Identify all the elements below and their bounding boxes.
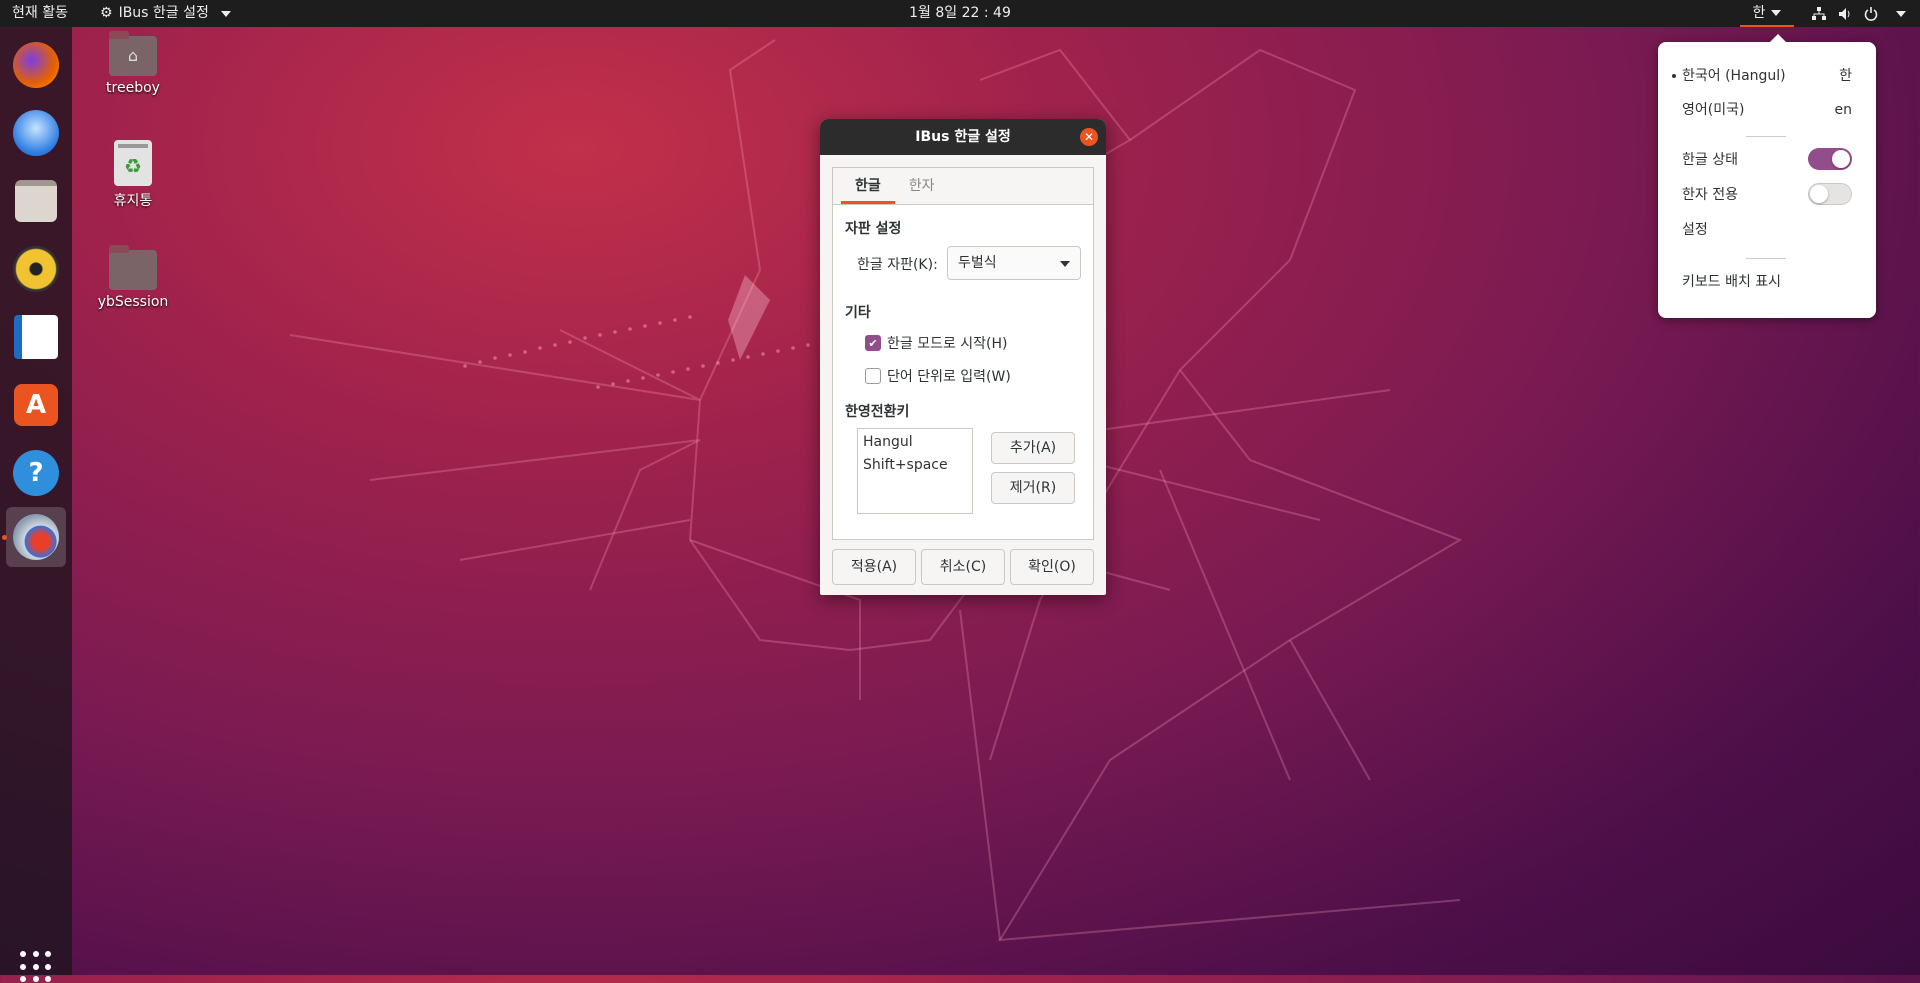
- ok-button[interactable]: 확인(O): [1010, 549, 1094, 585]
- section-keyboard-layout: 자판 설정: [845, 221, 902, 237]
- thunderbird-icon: [13, 110, 59, 156]
- app-menu-label: IBus 한글 설정: [118, 5, 209, 21]
- rhythmbox-icon: [13, 246, 59, 292]
- section-toggle-keys: 한영전환키: [845, 404, 910, 420]
- input-source-korean[interactable]: 한국어 (Hangul) 한: [1672, 64, 1852, 88]
- app-menu[interactable]: ⚙ IBus 한글 설정: [100, 0, 231, 27]
- start-hangul-mode-checkbox[interactable]: ✔ 한글 모드로 시작(H): [865, 333, 1008, 353]
- dock-software[interactable]: A: [6, 375, 66, 435]
- power-icon: [1864, 6, 1878, 21]
- files-icon: [15, 180, 57, 222]
- input-source-label: 한국어 (Hangul): [1682, 68, 1786, 84]
- desktop-icon-label: ybSession: [97, 294, 169, 310]
- ibus-setup-icon: [13, 514, 59, 560]
- desktop-icon-label: 휴지통: [113, 193, 153, 209]
- input-method-indicator[interactable]: 한: [1740, 0, 1794, 27]
- settings-item[interactable]: 설정: [1682, 218, 1852, 242]
- hangul-state-label: 한글 상태: [1682, 152, 1738, 168]
- hangul-state-toggle[interactable]: [1808, 148, 1852, 170]
- layout-select-value: 두벌식: [958, 255, 997, 271]
- chevron-down-icon: [1771, 10, 1782, 16]
- dialog-titlebar[interactable]: IBus 한글 설정 ✕: [820, 119, 1106, 155]
- libreoffice-writer-icon: [14, 315, 58, 359]
- chevron-down-icon: [1060, 261, 1070, 267]
- software-center-icon: A: [14, 384, 58, 426]
- toggle-key-list[interactable]: Hangul Shift+space: [857, 428, 973, 514]
- tab-hangul[interactable]: 한글: [841, 168, 895, 204]
- trash-icon: ♻: [114, 140, 152, 186]
- ibus-hangul-setup-dialog: IBus 한글 설정 ✕ 한글 한자 자판 설정 한글 자판(K): 두벌식 기…: [820, 119, 1106, 595]
- hanja-only-toggle[interactable]: [1808, 183, 1852, 205]
- dock: A ?: [0, 27, 72, 983]
- network-icon: [1812, 6, 1826, 20]
- dock-ibus-setup[interactable]: [6, 507, 66, 567]
- hanja-only-label: 한자 전용: [1682, 187, 1738, 203]
- apply-button[interactable]: 적용(A): [832, 549, 916, 585]
- show-keyboard-layout-item[interactable]: 키보드 배치 표시: [1682, 270, 1852, 294]
- firefox-icon: [13, 42, 59, 88]
- desktop-icon-trash[interactable]: ♻ 휴지통: [78, 140, 188, 210]
- folder-icon: [109, 245, 157, 290]
- dock-files[interactable]: [6, 171, 66, 231]
- settings-notebook: 한글 한자 자판 설정 한글 자판(K): 두벌식 기타 ✔ 한글 모드로 시작…: [832, 167, 1094, 540]
- chevron-down-icon: [220, 10, 231, 17]
- hangul-state-item[interactable]: 한글 상태: [1682, 148, 1852, 172]
- checkbox-label: 단어 단위로 입력(W): [887, 369, 1011, 385]
- volume-icon: [1839, 7, 1850, 20]
- input-source-short: en: [1834, 102, 1853, 118]
- running-indicator: [2, 535, 7, 540]
- home-folder-icon: ⌂: [109, 31, 157, 76]
- top-bar: 현재 활동 ⚙ IBus 한글 설정 1월 8일 22 : 49 한: [0, 0, 1920, 27]
- dock-thunderbird[interactable]: [6, 103, 66, 163]
- dock-firefox[interactable]: [6, 35, 66, 95]
- checkbox-empty-icon: [865, 368, 881, 384]
- add-key-button[interactable]: 추가(A): [991, 432, 1075, 464]
- divider: [1746, 258, 1786, 259]
- word-commit-checkbox[interactable]: 단어 단위로 입력(W): [865, 366, 1011, 386]
- help-icon: ?: [13, 450, 59, 496]
- desktop-icon-label: treeboy: [106, 80, 160, 96]
- cancel-button[interactable]: 취소(C): [921, 549, 1005, 585]
- recycle-glyph: ♻: [124, 154, 142, 178]
- desktop-icon-treeboy[interactable]: ⌂ treeboy: [78, 31, 188, 96]
- dock-help[interactable]: ?: [6, 443, 66, 503]
- chevron-down-icon: [1896, 10, 1906, 17]
- active-dot-icon: [1672, 74, 1676, 78]
- checkbox-label: 한글 모드로 시작(H): [887, 336, 1008, 352]
- input-source-english[interactable]: 영어(미국) en: [1682, 98, 1852, 122]
- input-source-label: 영어(미국): [1682, 102, 1745, 118]
- list-item[interactable]: Hangul: [863, 431, 967, 454]
- clock[interactable]: 1월 8일 22 : 49: [909, 5, 1011, 21]
- tab-bar: 한글 한자: [833, 168, 1093, 205]
- dock-rhythmbox[interactable]: [6, 239, 66, 299]
- input-method-menu: 한국어 (Hangul) 한 영어(미국) en 한글 상태 한자 전용 설정 …: [1658, 34, 1876, 318]
- home-glyph: ⌂: [127, 46, 139, 65]
- dialog-title: IBus 한글 설정: [915, 129, 1011, 145]
- activities-button[interactable]: 현재 활동: [12, 0, 68, 27]
- close-icon[interactable]: ✕: [1080, 128, 1098, 146]
- layout-label: 한글 자판(K):: [857, 257, 938, 273]
- dock-writer[interactable]: [6, 307, 66, 367]
- remove-key-button[interactable]: 제거(R): [991, 472, 1075, 504]
- checkmark-icon: ✔: [865, 335, 881, 351]
- tab-hanja[interactable]: 한자: [895, 168, 949, 204]
- system-menu[interactable]: [1812, 0, 1906, 27]
- layout-select[interactable]: 두벌식: [947, 246, 1081, 280]
- list-item[interactable]: Shift+space: [863, 454, 967, 477]
- desktop-icon-ybsession[interactable]: ybSession: [78, 245, 188, 310]
- input-source-short: 한: [1839, 68, 1852, 84]
- input-method-label: 한: [1752, 5, 1766, 21]
- gear-icon: ⚙: [100, 5, 113, 21]
- hanja-only-item[interactable]: 한자 전용: [1682, 183, 1852, 207]
- show-applications-button[interactable]: [20, 951, 52, 983]
- divider: [1746, 136, 1786, 137]
- section-etc: 기타: [845, 305, 871, 321]
